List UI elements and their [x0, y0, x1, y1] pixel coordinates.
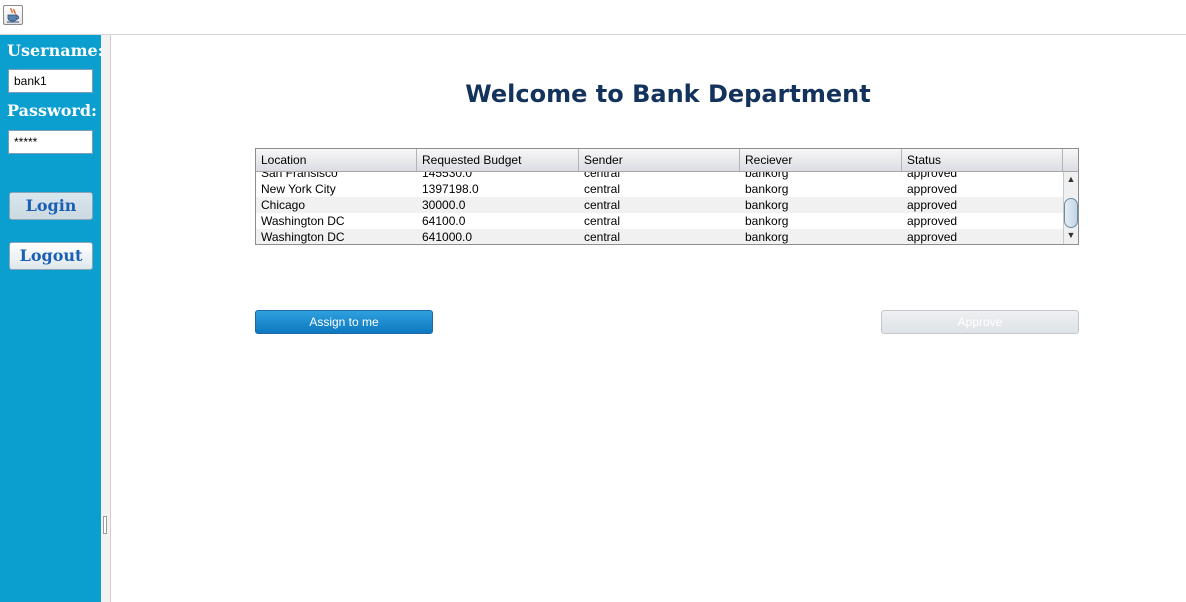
- toolbar: [0, 0, 1186, 35]
- cell-sender: central: [584, 172, 621, 180]
- table-header: Location Requested Budget Sender Recieve…: [256, 149, 1078, 172]
- password-label: Password:: [7, 101, 97, 120]
- cell-reciever: bankorg: [745, 230, 789, 244]
- divider-grip-icon[interactable]: [103, 516, 107, 534]
- column-header-reciever[interactable]: Reciever: [740, 149, 902, 171]
- login-button[interactable]: Login: [9, 192, 93, 220]
- cell-location: Chicago: [261, 198, 306, 212]
- table-row[interactable]: New York City 1397198.0 central bankorg …: [256, 181, 1063, 197]
- cell-requested-budget: 1397198.0: [422, 182, 479, 196]
- cell-requested-budget: 641000.0: [422, 230, 473, 244]
- cell-status: approved: [907, 214, 958, 228]
- table-row[interactable]: San Fransisco 145530.0 central bankorg a…: [256, 172, 1063, 181]
- cell-status: approved: [907, 230, 958, 244]
- table-row[interactable]: Chicago 30000.0 central bankorg approved: [256, 197, 1063, 213]
- cell-reciever: bankorg: [745, 198, 789, 212]
- table-vertical-scrollbar[interactable]: ▲ ▼: [1063, 172, 1078, 244]
- table-body: San Fransisco 145530.0 central bankorg a…: [256, 172, 1063, 244]
- cell-sender: central: [584, 214, 621, 228]
- cell-reciever: bankorg: [745, 182, 789, 196]
- login-sidebar: [0, 35, 101, 602]
- header-corner: [1063, 149, 1078, 171]
- column-header-sender[interactable]: Sender: [579, 149, 740, 171]
- arrow-down-icon[interactable]: ▼: [1064, 229, 1078, 242]
- cell-status: approved: [907, 172, 958, 180]
- budget-requests-table: Location Requested Budget Sender Recieve…: [255, 148, 1079, 245]
- java-app-button[interactable]: [3, 5, 23, 25]
- column-header-status[interactable]: Status: [902, 149, 1063, 171]
- cell-location: New York City: [261, 182, 336, 196]
- arrow-up-icon[interactable]: ▲: [1064, 173, 1078, 186]
- cell-status: approved: [907, 198, 958, 212]
- cell-requested-budget: 64100.0: [422, 214, 466, 228]
- approve-button[interactable]: Approve: [881, 310, 1079, 334]
- column-header-location[interactable]: Location: [256, 149, 417, 171]
- page-title: Welcome to Bank Department: [465, 80, 871, 108]
- table-row[interactable]: Washington DC 64100.0 central bankorg ap…: [256, 213, 1063, 229]
- cell-sender: central: [584, 230, 621, 244]
- cell-requested-budget: 30000.0: [422, 198, 466, 212]
- cell-location: Washington DC: [261, 230, 345, 244]
- cell-location: Washington DC: [261, 214, 345, 228]
- cell-sender: central: [584, 182, 621, 196]
- assign-to-me-button[interactable]: Assign to me: [255, 310, 433, 334]
- cell-sender: central: [584, 198, 621, 212]
- logout-button[interactable]: Logout: [9, 242, 93, 270]
- cell-reciever: bankorg: [745, 214, 789, 228]
- table-row[interactable]: Washington DC 641000.0 central bankorg a…: [256, 229, 1063, 244]
- scrollbar-thumb[interactable]: [1064, 198, 1078, 228]
- cell-status: approved: [907, 182, 958, 196]
- password-input[interactable]: [8, 130, 93, 154]
- username-input[interactable]: [8, 69, 93, 93]
- cell-location: San Fransisco: [261, 172, 338, 180]
- username-label: Username:: [7, 41, 104, 60]
- cell-requested-budget: 145530.0: [422, 172, 473, 180]
- java-coffee-cup-icon: [7, 7, 19, 23]
- column-header-requested-budget[interactable]: Requested Budget: [417, 149, 579, 171]
- cell-reciever: bankorg: [745, 172, 789, 180]
